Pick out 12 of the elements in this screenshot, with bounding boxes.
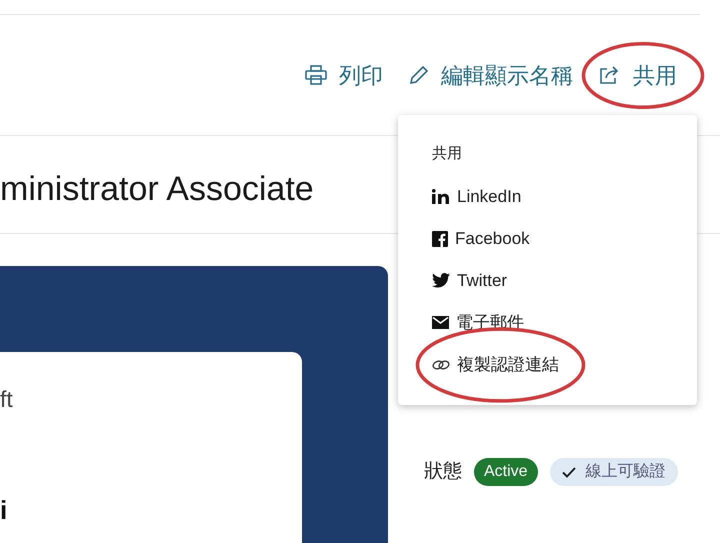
print-button[interactable]: 列印 xyxy=(305,58,383,92)
certification-title: ministrator Associate xyxy=(0,169,314,210)
share-menu-item[interactable]: LinkedIn xyxy=(432,176,522,218)
status-label: 狀態 xyxy=(424,460,462,484)
recipient-name: i xyxy=(0,494,8,526)
active-badge: Active xyxy=(474,458,538,486)
menu-heading: 共用 xyxy=(432,144,463,164)
verified-badge: 線上可驗證 xyxy=(550,458,678,486)
issuer-text: ft xyxy=(0,385,14,414)
edit-name-button[interactable]: 編輯顯示名稱 xyxy=(409,58,573,92)
share-menu-item[interactable]: Facebook xyxy=(432,218,530,260)
share-menu-item[interactable]: Twitter xyxy=(432,260,508,302)
